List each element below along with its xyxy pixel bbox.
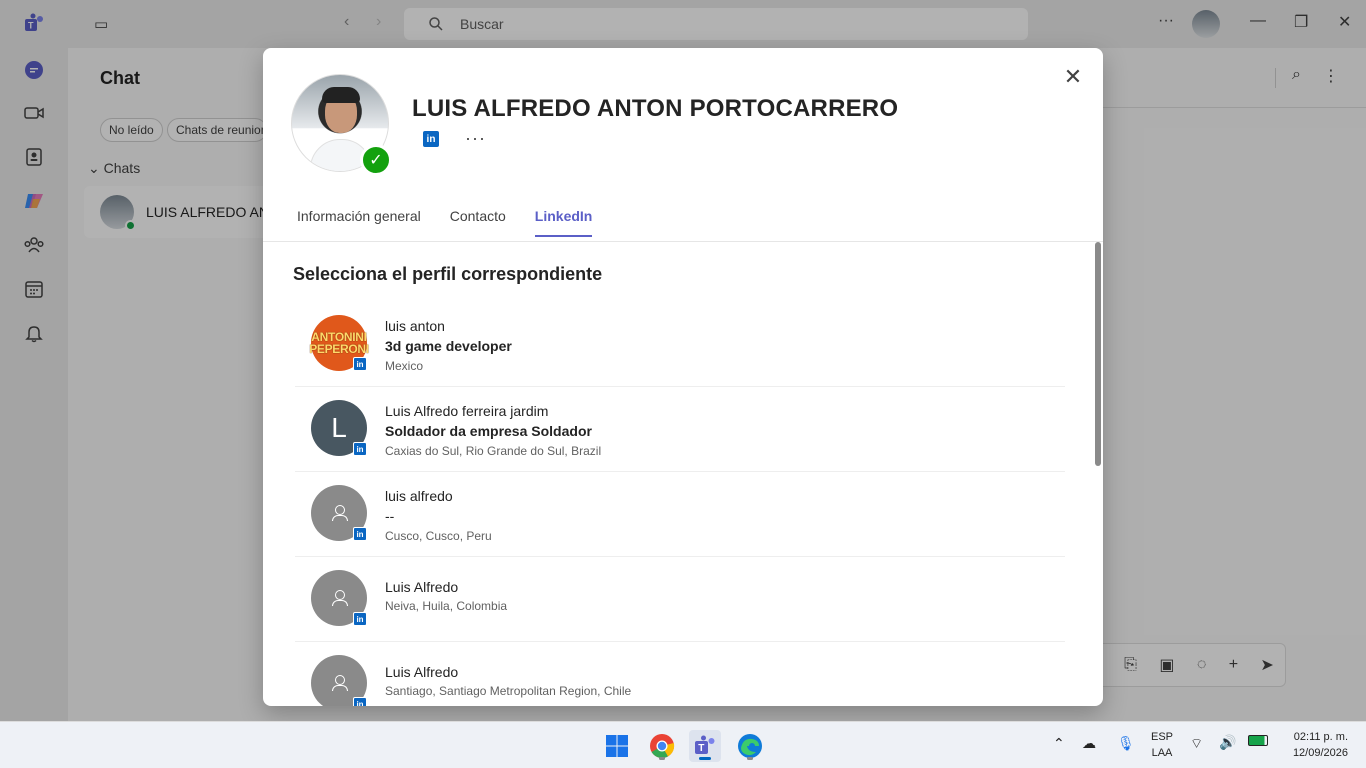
linkedin-results-list: ANTONINI PEPERONI in luis anton 3d game … [295,302,1065,706]
linkedin-icon: in [353,697,367,706]
profile-dialog: ✕ ✓ LUIS ALFREDO ANTON PORTOCARRERO in ·… [263,48,1103,706]
person-icon [332,505,348,521]
list-item[interactable]: ANTONINI PEPERONI in luis anton 3d game … [295,302,1065,387]
linkedin-icon: in [353,357,367,371]
chrome-icon[interactable] [646,730,678,762]
result-name: Luis Alfredo ferreira jardim [385,403,549,419]
more-actions-icon[interactable]: ··· [465,128,486,149]
person-icon [332,675,348,691]
close-icon[interactable]: ✕ [1061,66,1085,90]
linkedin-icon: in [353,612,367,626]
profile-tabs: Información general Contacto LinkedIn [297,208,593,237]
result-name: luis anton [385,318,445,334]
result-name: Luis Alfredo [385,579,459,595]
language-code: ESP [1150,731,1173,743]
avatar-text-line-2: PEPERONI [309,342,369,356]
windows-start-icon[interactable] [601,730,633,762]
list-item[interactable]: in Luis Alfredo Neiva, Huila, Colombia [295,557,1065,642]
result-location: Cusco, Cusco, Peru [385,529,492,543]
result-headline: -- [385,508,395,524]
result-headline: 3d game developer [385,338,512,354]
clock-date: 12/09/2026 [1292,747,1348,759]
photo-hair [322,87,360,103]
tab-general-info[interactable]: Información general [297,208,421,237]
list-item[interactable]: in Luis Alfredo Santiago, Santiago Metro… [295,642,1065,706]
svg-text:T: T [698,743,704,754]
linkedin-icon: in [353,442,367,456]
result-name: Luis Alfredo [385,664,459,680]
clock[interactable]: 02:11 p. m. 12/09/2026 [1282,729,1348,761]
wifi-icon[interactable]: ⌔ [1190,735,1203,753]
result-name: luis alfredo [385,488,453,504]
teams-taskbar-icon[interactable]: T [689,730,721,762]
presence-available-icon: ✓ [360,144,392,176]
app-running-indicator [659,757,665,760]
microphone-icon[interactable]: 🎙 [1117,735,1135,752]
app-running-indicator [747,757,753,760]
cloud-icon[interactable]: ☁ [1082,735,1096,752]
result-headline: Soldador da empresa Soldador [385,423,592,439]
tab-divider [263,241,1103,242]
result-location: Mexico [385,359,424,373]
chevron-up-icon[interactable]: ⌃ [1053,735,1065,752]
keyboard-layout: LAA [1151,747,1173,759]
scrollbar-thumb[interactable] [1095,242,1101,466]
person-icon [332,590,348,606]
scrollbar[interactable] [1095,242,1101,706]
volume-icon[interactable]: 🔊 [1219,734,1236,751]
result-location: Neiva, Huila, Colombia [385,599,508,613]
list-item[interactable]: L in Luis Alfredo ferreira jardim Soldad… [295,387,1065,472]
linkedin-icon: in [353,527,367,541]
battery-icon[interactable] [1248,735,1268,746]
section-title: Selecciona el perfil correspondiente [293,264,603,284]
tab-linkedin[interactable]: LinkedIn [534,208,593,237]
list-item[interactable]: in luis alfredo -- Cusco, Cusco, Peru [295,472,1065,557]
tab-contact[interactable]: Contacto [450,208,506,237]
taskbar: T ⌃ ☁ 🎙 ESP LAA ⌔ 🔊 02:11 p. m. 12/09/20… [0,721,1366,768]
clock-time: 02:11 p. m. [1293,731,1348,743]
linkedin-icon[interactable]: in [423,131,439,147]
language-indicator[interactable]: ESP LAA [1150,729,1174,761]
result-location: Caxias do Sul, Rio Grande do Sul, Brazil [385,444,602,458]
app-active-indicator [699,757,711,760]
result-location: Santiago, Santiago Metropolitan Region, … [385,684,632,698]
profile-name: LUIS ALFREDO ANTON PORTOCARRERO [412,95,899,122]
edge-icon[interactable] [734,730,766,762]
